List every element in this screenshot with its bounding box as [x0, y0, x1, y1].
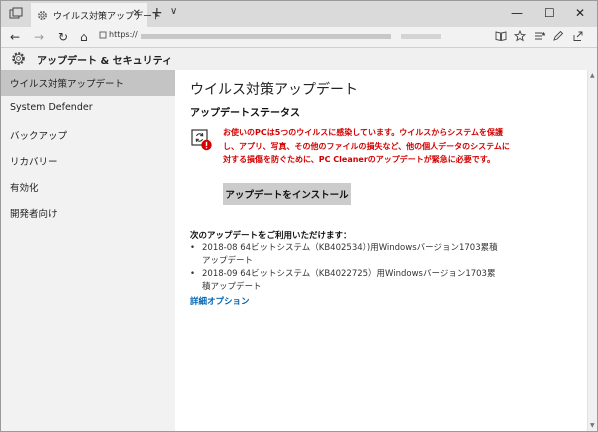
sidebar-item-label: ウイルス対策アップデート — [10, 79, 125, 90]
sidebar-item-label: リカバリー — [10, 157, 58, 168]
tab-title: ウイルス対策アップデート — [53, 11, 162, 22]
page-info-icon[interactable] — [99, 31, 107, 39]
browser-window: ウイルス対策アップデート ✕ + ∨ — ☐ ✕ ← → ↻ ⌂ https:/… — [0, 0, 598, 432]
scrollbar[interactable]: ▲ ▼ — [587, 70, 597, 431]
bullet: • — [190, 269, 196, 279]
address-toolbar: ← → ↻ ⌂ https:// — [1, 27, 597, 48]
url-obscured-tail — [401, 34, 441, 39]
sync-warning-icon — [191, 129, 212, 151]
gear-icon — [12, 52, 25, 65]
sidebar-item-backup[interactable]: バックアップ — [1, 122, 175, 148]
settings-title: アップデート & セキュリティ — [37, 56, 173, 67]
available-updates-title: 次のアップデートをご利用いただけます： — [190, 231, 352, 241]
close-window-button[interactable]: ✕ — [575, 5, 585, 21]
infection-warning-text: お使いのPCは5つのウイルスに感染しています。ウイルスからシステムを保護し、アプ… — [223, 128, 510, 164]
sidebar-item-recovery[interactable]: リカバリー — [1, 148, 175, 174]
sidebar-item-label: 開発者向け — [10, 209, 58, 220]
forward-button[interactable]: → — [34, 29, 44, 45]
settings-header: アップデート & セキュリティ — [1, 48, 597, 70]
update-item-text: 2018-08 64ビットシステム（KB402534）)用Windowsバージョ… — [202, 243, 498, 266]
main-content: ウイルス対策アップデート アップデートステータス お使いのPCは5つのウイルスに… — [175, 70, 587, 431]
list-item: • 2018-08 64ビットシステム（KB402534）)用Windowsバー… — [190, 242, 500, 268]
install-update-button[interactable]: アップデートをインストール — [223, 183, 351, 205]
tab-preview-icon[interactable] — [9, 7, 23, 21]
scroll-up-icon[interactable]: ▲ — [590, 72, 595, 79]
scroll-down-icon[interactable]: ▼ — [590, 422, 595, 429]
minimize-button[interactable]: — — [511, 5, 523, 21]
sidebar-item-label: System Defender — [10, 102, 93, 113]
sidebar-item-activation[interactable]: 有効化 — [1, 174, 175, 200]
tab-list-chevron-icon[interactable]: ∨ — [170, 6, 177, 17]
gear-icon — [37, 9, 48, 21]
web-note-pen-icon[interactable] — [552, 30, 564, 42]
refresh-button[interactable]: ↻ — [58, 29, 68, 45]
sidebar-item-antivirus-update[interactable]: ウイルス対策アップデート — [1, 70, 175, 96]
bullet: • — [190, 243, 196, 253]
share-icon[interactable] — [572, 30, 584, 42]
new-tab-button[interactable]: + — [151, 5, 163, 21]
tab-antivirus-update[interactable]: ウイルス対策アップデート ✕ — [31, 3, 161, 27]
back-button[interactable]: ← — [10, 29, 20, 45]
section-title: アップデートステータス — [190, 108, 300, 119]
url-obscured — [141, 34, 391, 39]
reading-view-icon[interactable] — [495, 30, 507, 42]
sidebar-item-label: バックアップ — [10, 131, 68, 142]
list-item: • 2018-09 64ビットシステム（KB4022725）用Windowsバー… — [190, 268, 500, 294]
tab-close-icon[interactable]: ✕ — [133, 8, 141, 19]
tab-bar: ウイルス対策アップデート ✕ + ∨ — ☐ ✕ — [1, 1, 597, 27]
favorites-hub-icon[interactable] — [534, 30, 546, 42]
favorites-star-icon[interactable] — [514, 30, 526, 42]
sidebar-item-developers[interactable]: 開発者向け — [1, 200, 175, 226]
sidebar-item-system-defender[interactable]: System Defender — [1, 96, 175, 122]
sidebar-item-label: 有効化 — [10, 183, 39, 194]
address-bar[interactable]: https:// — [109, 30, 138, 39]
advanced-options-link[interactable]: 詳細オプション — [190, 295, 250, 307]
maximize-button[interactable]: ☐ — [544, 5, 555, 21]
page-title: ウイルス対策アップデート — [190, 82, 358, 98]
home-button[interactable]: ⌂ — [80, 29, 88, 45]
update-item-text: 2018-09 64ビットシステム（KB4022725）用Windowsバージョ… — [202, 269, 496, 292]
sidebar: ウイルス対策アップデート System Defender バックアップ リカバリ… — [1, 70, 175, 431]
